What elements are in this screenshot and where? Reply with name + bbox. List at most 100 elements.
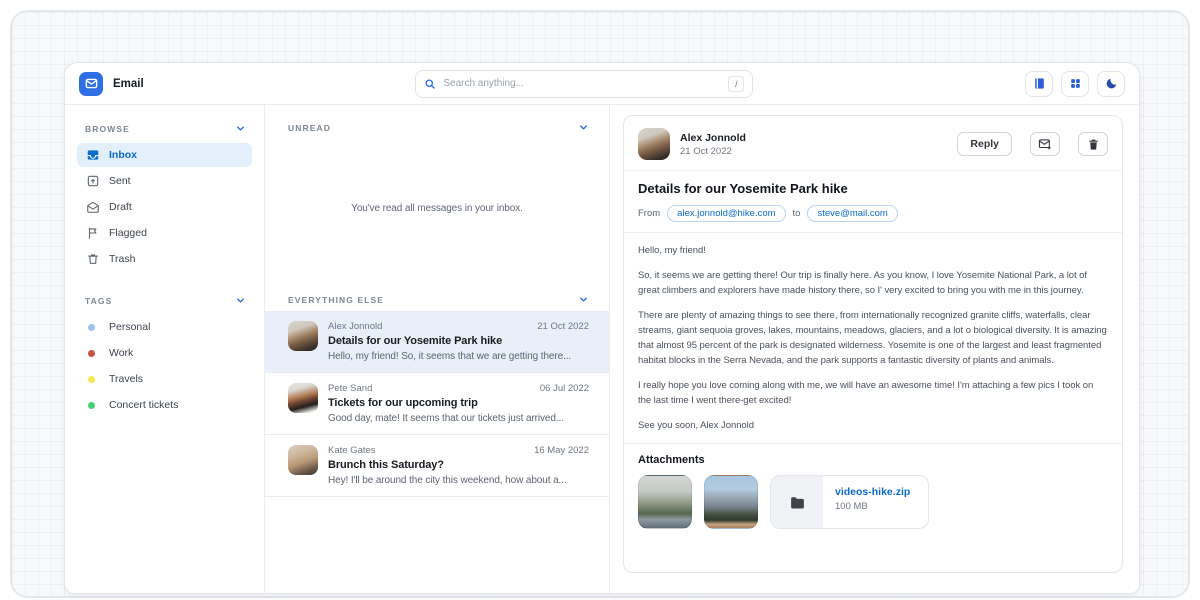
trash-icon <box>1087 138 1100 151</box>
search-input[interactable] <box>443 78 721 89</box>
tag-label: Personal <box>109 321 150 333</box>
search-shortcut-key: / <box>728 76 744 92</box>
detail-sender-name: Alex Jonnold <box>680 132 746 144</box>
detail-subject: Details for our Yosemite Park hike <box>638 181 1108 196</box>
file-meta: videos-hike.zip 100 MB <box>823 476 928 528</box>
chevron-down-icon[interactable] <box>578 122 589 133</box>
email-app-window: Email / <box>64 62 1140 594</box>
search-box[interactable]: / <box>415 70 753 98</box>
dark-mode-button[interactable] <box>1097 71 1125 97</box>
file-size: 100 MB <box>835 501 910 512</box>
sidebar-item-label: Inbox <box>109 149 137 161</box>
sidebar-item-draft[interactable]: Draft <box>77 195 252 219</box>
email-snippet: Good day, mate! It seems that our ticket… <box>328 413 589 424</box>
unread-section-header: UNREAD <box>265 105 609 139</box>
photo-attachment-thumbnail[interactable] <box>704 475 758 529</box>
tag-color-dot <box>88 324 95 331</box>
file-attachment-card[interactable]: videos-hike.zip 100 MB <box>770 475 929 529</box>
folder-icon <box>771 476 823 528</box>
from-label: From <box>638 208 660 219</box>
browse-label: BROWSE <box>85 124 130 134</box>
avatar <box>288 445 318 475</box>
inbox-icon <box>86 148 100 162</box>
unread-empty-message: You've read all messages in your inbox. <box>265 139 609 277</box>
email-item-content: Pete Sand 06 Jul 2022 Tickets for our up… <box>328 383 589 424</box>
photo-attachment-thumbnail[interactable] <box>638 475 692 529</box>
divider <box>624 443 1122 444</box>
sidebar-item-sent[interactable]: Sent <box>77 169 252 193</box>
mail-list-column: UNREAD You've read all messages in your … <box>265 105 610 593</box>
book-button[interactable] <box>1025 71 1053 97</box>
draft-icon <box>86 200 100 214</box>
chevron-down-icon[interactable] <box>578 294 589 305</box>
avatar <box>288 383 318 413</box>
email-item-content: Kate Gates 16 May 2022 Brunch this Satur… <box>328 445 589 486</box>
sidebar-item-label: Draft <box>109 201 132 213</box>
sidebar-item-label: Flagged <box>109 227 147 239</box>
email-detail-card: Alex Jonnold 21 Oct 2022 Reply D <box>623 115 1123 573</box>
tag-item-work[interactable]: Work <box>77 341 252 365</box>
email-sender: Pete Sand <box>328 383 372 394</box>
from-to-row: From alex.jonnold@hike.com to steve@mail… <box>638 205 1108 222</box>
attachments-heading: Attachments <box>638 454 1108 466</box>
avatar <box>638 128 670 160</box>
envelope-plus-icon <box>1038 137 1052 151</box>
email-sender: Kate Gates <box>328 445 376 456</box>
chevron-down-icon[interactable] <box>235 295 246 306</box>
body-paragraph: So, it seems we are getting there! Our t… <box>638 268 1108 298</box>
email-subject: Details for our Yosemite Park hike <box>328 335 589 347</box>
email-list-item[interactable]: Kate Gates 16 May 2022 Brunch this Satur… <box>265 435 609 497</box>
tags-section-header: TAGS <box>77 287 252 315</box>
sidebar-item-inbox[interactable]: Inbox <box>77 143 252 167</box>
to-email-chip[interactable]: steve@mail.com <box>807 205 897 222</box>
topbar-actions <box>1025 71 1125 97</box>
file-name: videos-hike.zip <box>835 486 910 498</box>
forward-button[interactable] <box>1030 132 1060 156</box>
detail-date: 21 Oct 2022 <box>680 146 746 157</box>
email-sender: Alex Jonnold <box>328 321 382 332</box>
reply-button[interactable]: Reply <box>957 132 1012 156</box>
tag-item-concert-tickets[interactable]: Concert tickets <box>77 393 252 417</box>
sidebar-item-label: Sent <box>109 175 131 187</box>
email-list-item[interactable]: Pete Sand 06 Jul 2022 Tickets for our up… <box>265 373 609 435</box>
email-snippet: Hey! I'll be around the city this weeken… <box>328 475 589 486</box>
sidebar-item-trash[interactable]: Trash <box>77 247 252 271</box>
sidebar: BROWSE Inbox Sent Draft Flagged <box>65 105 265 593</box>
from-email-chip[interactable]: alex.jonnold@hike.com <box>667 205 785 222</box>
browse-section-header: BROWSE <box>77 115 252 143</box>
body-paragraph: I really hope you love coming along with… <box>638 378 1108 408</box>
chevron-down-icon[interactable] <box>235 123 246 134</box>
tag-color-dot <box>88 350 95 357</box>
reading-pane: Alex Jonnold 21 Oct 2022 Reply D <box>610 105 1139 593</box>
tag-label: Work <box>109 347 133 359</box>
brand: Email <box>79 72 144 96</box>
dark-mode-moon-icon <box>1105 77 1118 90</box>
tag-item-travels[interactable]: Travels <box>77 367 252 391</box>
email-date: 06 Jul 2022 <box>540 383 589 394</box>
delete-button[interactable] <box>1078 132 1108 156</box>
email-subject: Tickets for our upcoming trip <box>328 397 589 409</box>
tag-color-dot <box>88 376 95 383</box>
top-bar: Email / <box>65 63 1139 105</box>
divider <box>624 232 1122 233</box>
divider <box>624 170 1122 171</box>
sent-icon <box>86 174 100 188</box>
search-area: / <box>156 70 1013 98</box>
sidebar-item-flagged[interactable]: Flagged <box>77 221 252 245</box>
apps-grid-icon <box>1069 77 1082 90</box>
app-title: Email <box>113 78 144 90</box>
tag-color-dot <box>88 402 95 409</box>
page-background: Email / <box>10 10 1190 598</box>
body-paragraph: There are plenty of amazing things to se… <box>638 308 1108 368</box>
book-icon <box>1033 77 1046 90</box>
detail-header: Alex Jonnold 21 Oct 2022 Reply <box>638 128 1108 160</box>
email-snippet: Hello, my friend! So, it seems that we a… <box>328 351 589 362</box>
tag-item-personal[interactable]: Personal <box>77 315 252 339</box>
email-date: 16 May 2022 <box>534 445 589 456</box>
apps-button[interactable] <box>1061 71 1089 97</box>
email-logo-icon <box>79 72 103 96</box>
email-date: 21 Oct 2022 <box>537 321 589 332</box>
email-list-item[interactable]: Alex Jonnold 21 Oct 2022 Details for our… <box>265 311 609 373</box>
main-columns: BROWSE Inbox Sent Draft Flagged <box>65 105 1139 593</box>
to-label: to <box>793 208 801 219</box>
